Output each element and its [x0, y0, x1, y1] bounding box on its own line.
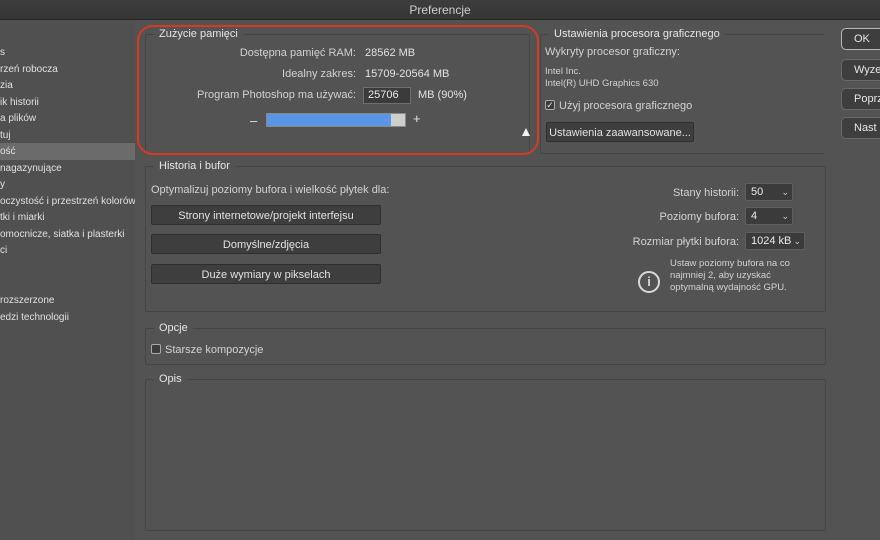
preferences-content: Zużycie pamięci Dostępna pamięć RAM: 285…	[135, 20, 840, 540]
available-ram-value: 28562 MB	[365, 47, 416, 59]
history-states-select[interactable]: 50 ⌄	[745, 183, 793, 201]
options-title: Opcje	[154, 321, 193, 335]
cache-levels-label: Poziomy bufora:	[659, 211, 739, 223]
web-ui-design-button[interactable]: Strony internetowe/projekt interfejsu	[151, 205, 381, 225]
gpu-info-line-3: optymalną wydajność GPU.	[670, 282, 787, 293]
use-gpu-label: Użyj procesora graficznego	[559, 100, 693, 112]
use-gpu-checkbox[interactable]: ✓	[545, 100, 555, 110]
memory-slider-track[interactable]	[266, 113, 406, 127]
gpu-info-line-1: Ustaw poziomy bufora na co	[670, 258, 790, 269]
sidebar-item[interactable]: edzi technologii	[0, 309, 135, 326]
legacy-compositing-label: Starsze kompozycje	[165, 344, 264, 356]
chevron-down-icon: ⌄	[781, 211, 789, 221]
photoshop-memory-unit: MB (90%)	[418, 89, 467, 101]
memory-slider-fill	[267, 114, 392, 126]
cache-levels-value: 4	[751, 210, 758, 222]
sidebar-item[interactable]: rzeń robocza	[0, 61, 135, 78]
cache-tile-size-select[interactable]: 1024 kB ⌄	[745, 232, 805, 250]
ok-button[interactable]: OK	[841, 28, 880, 50]
memory-decrease-button[interactable]: –	[250, 113, 257, 128]
ideal-range-value: 15709-20564 MB	[365, 68, 450, 80]
sidebar-item[interactable]: ik historii	[0, 94, 135, 111]
memory-slider-thumb[interactable]	[522, 128, 531, 136]
sidebar-item[interactable]: rozszerzone	[0, 292, 135, 309]
sidebar-item[interactable]: zia	[0, 77, 135, 94]
preferences-sidebar: s rzeń robocza zia ik historii a plików …	[0, 20, 135, 540]
cache-tile-size-label: Rozmiar płytki bufora:	[632, 236, 739, 248]
photoshop-memory-input[interactable]: 25706	[363, 87, 411, 104]
cache-tile-size-value: 1024 kB	[751, 235, 792, 247]
sidebar-item[interactable]: nagazynujące	[0, 160, 135, 177]
sidebar-item[interactable]: omocnicze, siatka i plasterki	[0, 226, 135, 243]
photoshop-memory-label: Program Photoshop ma używać:	[197, 89, 356, 101]
chevron-down-icon: ⌄	[781, 187, 789, 197]
description-title: Opis	[154, 372, 187, 386]
gpu-info-line-2: najmniej 2, aby uzyskać	[670, 270, 771, 281]
sidebar-item[interactable]: tki i miarki	[0, 209, 135, 226]
sidebar-item[interactable]: ci	[0, 242, 135, 259]
detected-gpu-label: Wykryty procesor graficzny:	[545, 46, 680, 58]
info-icon: i	[638, 271, 660, 293]
history-cache-title: Historia i bufor	[154, 159, 235, 173]
cache-levels-select[interactable]: 4 ⌄	[745, 207, 793, 225]
next-button[interactable]: Nast	[841, 117, 880, 139]
available-ram-label: Dostępna pamięć RAM:	[239, 47, 356, 59]
memory-increase-button[interactable]: +	[413, 111, 421, 126]
sidebar-item[interactable]: a plików	[0, 110, 135, 127]
reset-button[interactable]: Wyze	[841, 59, 880, 81]
memory-usage-title: Zużycie pamięci	[154, 27, 243, 41]
sidebar-item[interactable]: oczystość i przestrzeń kolorów	[0, 193, 135, 210]
sidebar-item[interactable]: y	[0, 176, 135, 193]
huge-pixel-dimensions-button[interactable]: Duże wymiary w pikselach	[151, 264, 381, 284]
sidebar-item-selected[interactable]: ość	[0, 143, 135, 160]
ideal-range-label: Idealny zakres:	[282, 68, 356, 80]
description-group: Opis	[145, 372, 826, 531]
history-states-label: Stany historii:	[672, 187, 739, 199]
gpu-settings-title: Ustawienia procesora graficznego	[549, 27, 725, 41]
advanced-gpu-settings-button[interactable]: Ustawienia zaawansowane...	[546, 122, 694, 142]
legacy-compositing-checkbox[interactable]	[151, 344, 161, 354]
default-photos-button[interactable]: Domyślne/zdjęcia	[151, 234, 381, 254]
chevron-down-icon: ⌄	[793, 236, 801, 246]
gpu-vendor: Intel Inc.	[545, 66, 581, 77]
window-title: Preferencje	[0, 0, 880, 20]
optimize-label: Optymalizuj poziomy bufora i wielkość pł…	[151, 184, 390, 196]
previous-button[interactable]: Poprz	[841, 88, 880, 110]
sidebar-item[interactable]: s	[0, 44, 135, 61]
history-states-value: 50	[751, 186, 764, 198]
gpu-model: Intel(R) UHD Graphics 630	[545, 78, 659, 89]
sidebar-item[interactable]: tuj	[0, 127, 135, 144]
